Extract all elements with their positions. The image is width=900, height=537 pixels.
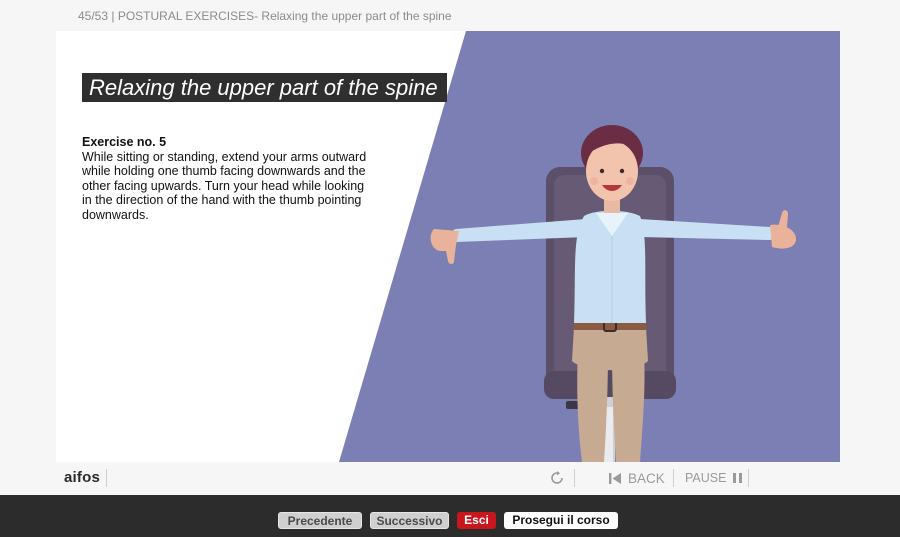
- previous-button[interactable]: Precedente: [278, 512, 362, 529]
- divider: [673, 469, 674, 487]
- exercise-text: While sitting or standing, extend your a…: [82, 149, 367, 222]
- slide-counter-title: 45/53 | POSTURAL EXERCISES- Relaxing the…: [78, 9, 452, 23]
- divider: [574, 469, 575, 487]
- player-controls: aifos BACK PAUSE: [56, 462, 840, 495]
- slide-heading: Relaxing the upper part of the spine: [82, 73, 447, 102]
- continue-course-button[interactable]: Prosegui il corso: [504, 512, 618, 529]
- course-navigation-bar: Precedente Successivo Esci Prosegui il c…: [0, 495, 900, 537]
- replay-button[interactable]: [550, 469, 564, 487]
- exercise-title: Exercise no. 5: [82, 135, 167, 149]
- divider: [748, 469, 749, 487]
- replay-icon: [551, 471, 563, 484]
- pause-icon: [733, 473, 743, 483]
- exercise-description: Exercise no. 5 While sitting or standing…: [82, 135, 372, 223]
- pause-button[interactable]: PAUSE: [685, 469, 743, 487]
- back-label: BACK: [628, 470, 665, 486]
- skip-back-icon: [609, 472, 621, 484]
- exit-button[interactable]: Esci: [457, 512, 496, 529]
- pause-label: PAUSE: [685, 471, 727, 485]
- divider: [106, 469, 107, 487]
- slide-content: Relaxing the upper part of the spine Exe…: [56, 31, 840, 462]
- aifos-logo: aifos: [64, 469, 101, 486]
- back-button[interactable]: BACK: [609, 469, 665, 487]
- next-button[interactable]: Successivo: [370, 512, 449, 529]
